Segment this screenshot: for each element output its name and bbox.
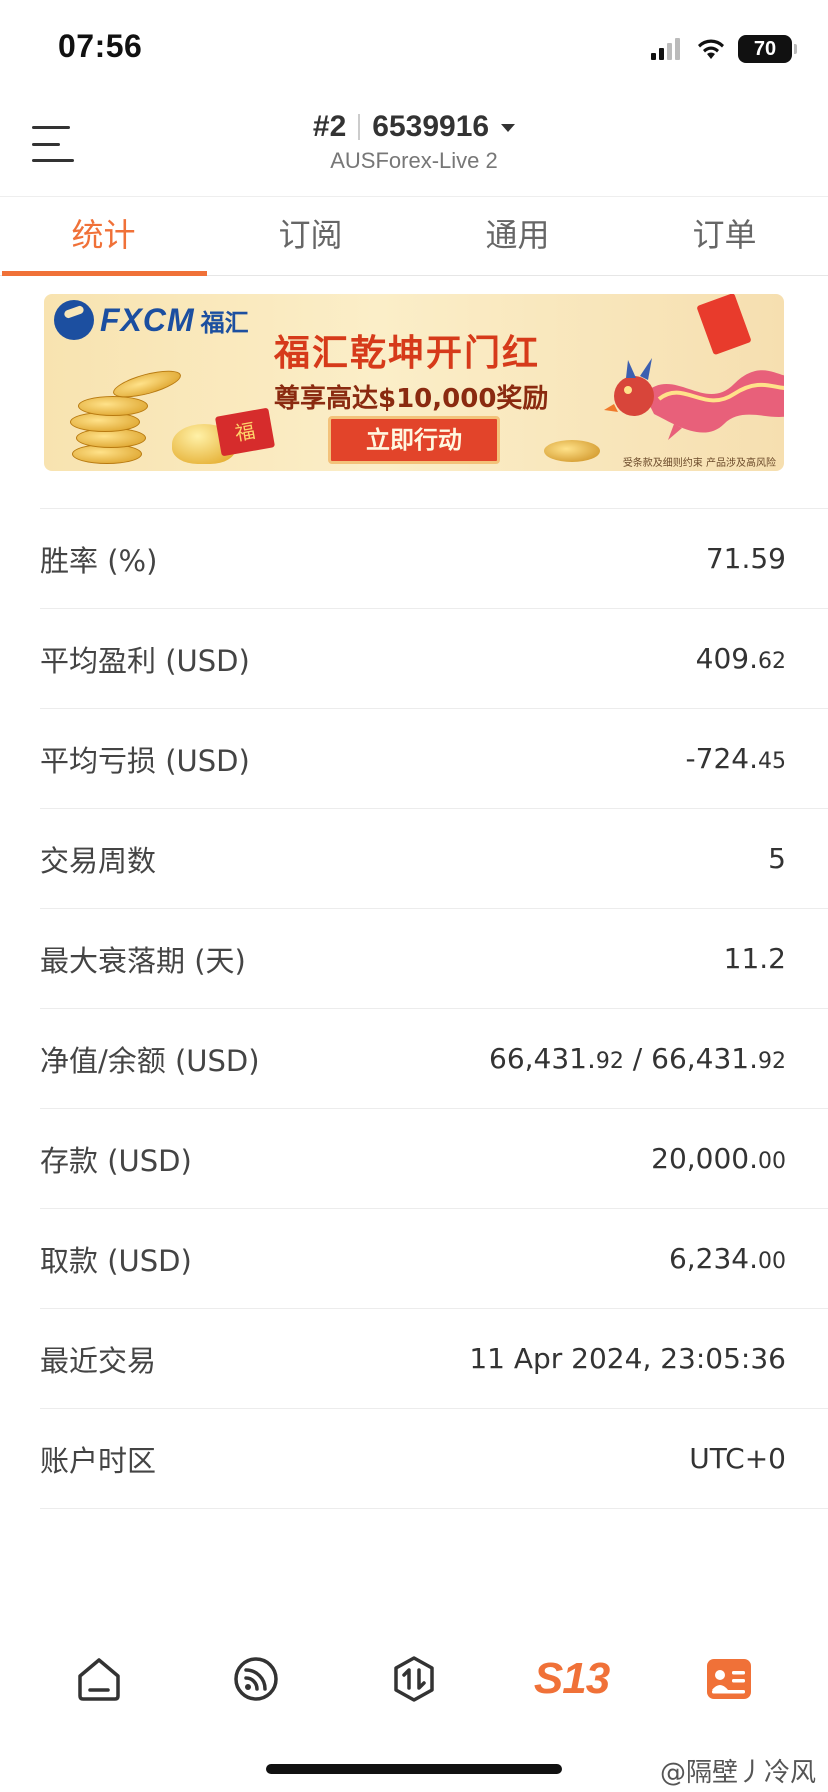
battery-icon: 70 <box>738 35 797 63</box>
banner-cta-button[interactable]: 立即行动 <box>328 416 500 464</box>
server-name: AUSForex-Live 2 <box>330 148 498 173</box>
gold-coin-image <box>544 440 600 462</box>
stat-row-last-trade: 最近交易 11 Apr 2024, 23:05:36 <box>40 1309 828 1409</box>
red-packet-image: 福 <box>214 407 276 457</box>
home-icon <box>78 1658 120 1701</box>
stat-row-trading-weeks: 交易周数 5 <box>40 809 828 909</box>
banner-disclaimer: 受条款及细则约束 产品涉及高风险 <box>622 458 776 469</box>
stats-list: 胜率 (%) 71.59 平均盈利 (USD) 409.62 平均亏损 (USD… <box>40 508 828 1509</box>
banner-subtitle: 尊享高达$10,000奖励 <box>274 384 549 414</box>
stat-label: 存款 (USD) <box>40 1143 192 1178</box>
account-index: #2 <box>312 110 347 143</box>
stat-row-max-drawdown-period: 最大衰落期 (天) 11.2 <box>40 909 828 1009</box>
header: #2 6539916 AUSForex-Live 2 <box>0 100 828 196</box>
brand-name-cn: 福汇 <box>200 308 249 337</box>
stat-label: 净值/余额 (USD) <box>40 1043 260 1078</box>
account-selector[interactable]: #2 6539916 AUSForex-Live 2 <box>0 110 828 174</box>
account-number: 6539916 <box>372 110 490 143</box>
nav-feed[interactable] <box>216 1639 296 1719</box>
stat-value: 5 <box>768 842 786 875</box>
fxcm-logo: FXCM 福汇 <box>54 300 249 340</box>
s13-logo: S13 <box>533 1654 610 1703</box>
tab-bar: 统计 订阅 通用 订单 <box>0 196 828 276</box>
tab-general[interactable]: 通用 <box>414 197 621 275</box>
stat-value: UTC+0 <box>689 1442 786 1475</box>
stat-value: 71.59 <box>705 542 786 575</box>
stat-label: 交易周数 <box>40 843 157 878</box>
stat-value: -724.45 <box>685 742 786 775</box>
nav-trade[interactable] <box>374 1639 454 1719</box>
tab-orders[interactable]: 订单 <box>621 197 828 275</box>
stat-label: 取款 (USD) <box>40 1243 192 1278</box>
feed-icon <box>234 1657 279 1701</box>
tab-statistics[interactable]: 统计 <box>0 197 207 276</box>
bottom-nav: S13 <box>0 1634 828 1724</box>
stat-value: 11 Apr 2024, 23:05:36 <box>469 1342 786 1375</box>
caret-down-icon <box>501 124 516 132</box>
red-envelope-image <box>696 294 752 356</box>
stat-row-timezone: 账户时区 UTC+0 <box>40 1409 828 1509</box>
stat-label: 胜率 (%) <box>40 543 158 578</box>
account-title: #2 6539916 <box>312 110 516 144</box>
stat-row-withdrawals: 取款 (USD) 6,234.00 <box>40 1209 828 1309</box>
globe-icon <box>54 300 94 340</box>
stat-label: 账户时区 <box>40 1443 157 1478</box>
stat-value: 11.2 <box>723 942 786 975</box>
stat-value: 20,000.00 <box>651 1142 786 1175</box>
dragon-image <box>604 358 784 440</box>
account-divider <box>358 114 361 140</box>
stat-label: 最大衰落期 (天) <box>40 943 246 978</box>
stat-value: 66,431.92 / 66,431.92 <box>489 1042 786 1075</box>
nav-profile[interactable] <box>689 1639 769 1719</box>
home-indicator[interactable] <box>266 1764 562 1774</box>
brand-name: FXCM <box>100 301 195 338</box>
profile-card-icon <box>707 1659 752 1699</box>
stat-row-deposits: 存款 (USD) 20,000.00 <box>40 1109 828 1209</box>
stat-label: 平均盈利 (USD) <box>40 643 250 678</box>
nav-home[interactable] <box>59 1639 139 1719</box>
status-time: 07:56 <box>58 28 143 64</box>
stat-row-avg-profit: 平均盈利 (USD) 409.62 <box>40 609 828 709</box>
stat-value: 6,234.00 <box>668 1242 786 1275</box>
stat-value: 409.62 <box>695 642 786 675</box>
promo-banner[interactable]: FXCM 福汇 福 福汇乾坤开门红 尊享高达$10,000奖励 立即行动 受条款… <box>44 294 784 471</box>
tab-subscriptions[interactable]: 订阅 <box>207 197 414 275</box>
watermark: @隔壁丿冷风 <box>659 1758 816 1788</box>
stat-row-equity-balance: 净值/余额 (USD) 66,431.92 / 66,431.92 <box>40 1009 828 1109</box>
status-icons: 70 <box>650 34 797 64</box>
stat-row-win-rate: 胜率 (%) 71.59 <box>40 509 828 609</box>
gold-coins-image <box>62 364 236 464</box>
stat-label: 最近交易 <box>40 1343 157 1378</box>
nav-s13[interactable]: S13 <box>532 1639 612 1719</box>
cellular-signal-icon <box>651 38 680 60</box>
wifi-icon <box>698 39 724 59</box>
status-bar: 07:56 70 <box>0 0 828 100</box>
stat-row-avg-loss: 平均亏损 (USD) -724.45 <box>40 709 828 809</box>
trade-icon <box>394 1656 434 1702</box>
stat-label: 平均亏损 (USD) <box>40 743 250 778</box>
banner-title: 福汇乾坤开门红 <box>274 333 541 374</box>
